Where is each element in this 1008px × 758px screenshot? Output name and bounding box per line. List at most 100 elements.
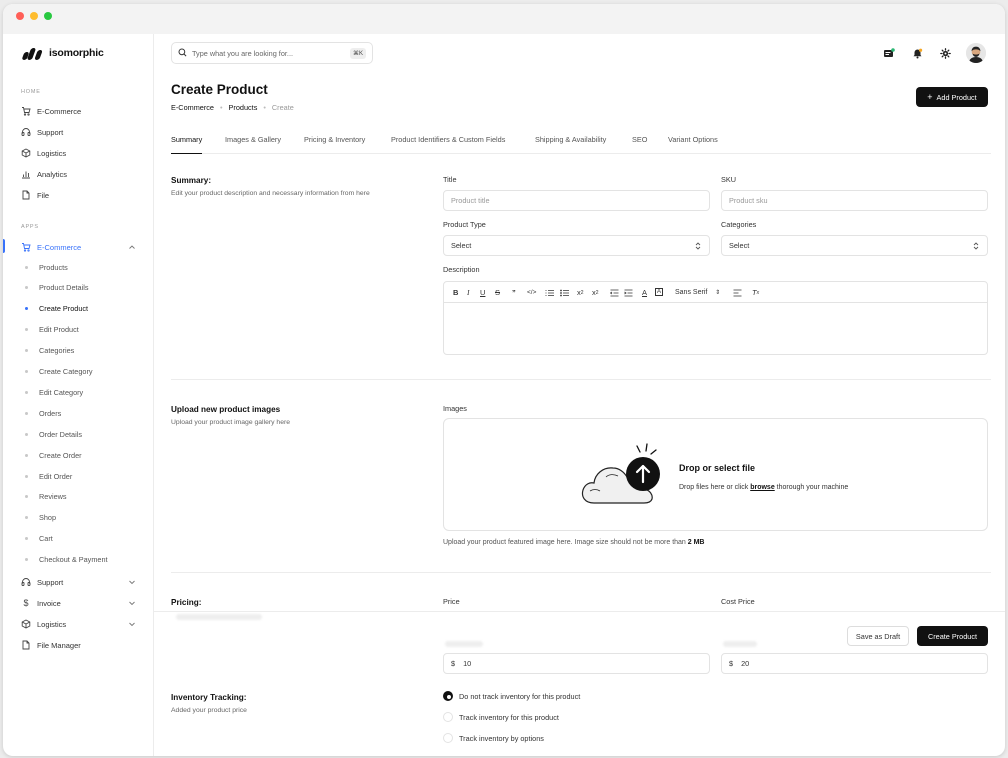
tab-summary[interactable]: Summary	[171, 135, 203, 154]
categories-select[interactable]: Select	[721, 235, 988, 256]
file-icon	[21, 190, 31, 200]
tab-product-identifiers[interactable]: Product Identifiers & Custom Fields	[391, 135, 505, 154]
plus-icon: +	[927, 92, 933, 102]
align-icon[interactable]	[733, 287, 742, 298]
images-section-title: Upload new product images	[171, 405, 281, 414]
radio-selected-icon[interactable]	[443, 691, 453, 701]
bullet-icon	[25, 537, 28, 541]
price-input[interactable]: $ 10	[443, 653, 710, 674]
active-indicator	[3, 239, 5, 253]
subscript-icon[interactable]: x2	[577, 287, 584, 298]
sidebar-subitem[interactable]: Categories	[25, 345, 74, 357]
image-dropzone[interactable]: Drop or select file Drop files here or c…	[443, 418, 988, 531]
sidebar-subitem[interactable]: Create Order	[25, 449, 82, 461]
breadcrumb-create: Create	[271, 103, 294, 112]
chevron-down-icon[interactable]	[127, 619, 137, 629]
underline-icon[interactable]: U	[480, 287, 485, 298]
chevron-down-icon[interactable]	[127, 577, 137, 587]
sidebar-item-logistics[interactable]: Logistics	[21, 146, 141, 160]
indent-icon[interactable]	[624, 287, 633, 298]
headset-icon	[21, 127, 31, 137]
radio-no-track[interactable]: Do not track inventory for this product	[443, 690, 580, 702]
sidebar-subitem[interactable]: Cart	[25, 533, 53, 545]
chevron-up-icon[interactable]	[127, 242, 137, 252]
sku-input[interactable]: Product sku	[721, 190, 988, 211]
sidebar-subitem[interactable]: Checkout & Payment	[25, 554, 108, 566]
tab-pricing-inventory[interactable]: Pricing & Inventory	[304, 135, 365, 154]
sidebar-subitem[interactable]: Product Details	[25, 282, 88, 294]
close-window-dot[interactable]	[16, 12, 24, 20]
font-family-select[interactable]: Sans Serif ⇕	[675, 287, 720, 298]
currency-prefix: $	[451, 659, 456, 668]
user-avatar[interactable]	[966, 43, 986, 63]
radio-unselected-icon[interactable]	[443, 733, 453, 743]
bullet-list-icon[interactable]	[560, 287, 569, 298]
sidebar-item-apps-ecommerce[interactable]: E-Commerce	[21, 240, 141, 254]
tab-shipping-availability[interactable]: Shipping & Availability	[535, 135, 606, 154]
messages-icon[interactable]	[882, 46, 896, 60]
sidebar-subitem[interactable]: Shop	[25, 512, 56, 524]
sidebar-item-invoice[interactable]: $ Invoice	[21, 596, 141, 610]
italic-icon[interactable]: I	[467, 287, 470, 298]
sidebar-subitem[interactable]: Create Product	[25, 303, 88, 315]
sidebar-subitem[interactable]: Reviews	[25, 491, 67, 503]
app-name: isomorphic	[49, 47, 104, 59]
tab-images-gallery[interactable]: Images & Gallery	[225, 135, 281, 154]
file-icon	[21, 640, 31, 650]
quote-icon[interactable]: ”	[512, 287, 516, 298]
radio-unselected-icon[interactable]	[443, 712, 453, 722]
save-draft-button[interactable]: Save as Draft	[847, 626, 909, 646]
code-icon[interactable]: </>	[527, 287, 536, 298]
blurred-text	[723, 641, 757, 647]
settings-gear-icon[interactable]	[938, 46, 952, 60]
radio-track[interactable]: Track inventory for this product	[443, 711, 559, 723]
section-divider	[171, 572, 991, 573]
sidebar-item-apps-support[interactable]: Support	[21, 575, 141, 589]
sidebar-subitem[interactable]: Create Category	[25, 366, 93, 378]
app-logo[interactable]: isomorphic	[21, 46, 104, 60]
breadcrumb-products[interactable]: Products	[229, 103, 258, 112]
editor-toolbar: B I U S ” </> x2 x2 A A Sans Serif ⇕ Tx	[444, 282, 987, 303]
bullet-icon	[25, 328, 28, 332]
sidebar-item-ecommerce[interactable]: E-Commerce	[21, 104, 141, 118]
ordered-list-icon[interactable]	[545, 287, 554, 298]
background-color-icon[interactable]: A	[655, 288, 663, 296]
currency-prefix: $	[729, 659, 734, 668]
strikethrough-icon[interactable]: S	[495, 287, 500, 298]
sidebar-subitem[interactable]: Edit Category	[25, 386, 83, 398]
chevron-down-icon[interactable]	[127, 598, 137, 608]
sidebar-item-apps-logistics[interactable]: Logistics	[21, 617, 141, 631]
tab-variant-options[interactable]: Variant Options	[668, 135, 718, 154]
sidebar-subitem[interactable]: Products	[25, 261, 68, 273]
package-icon	[21, 148, 31, 158]
description-editor[interactable]: B I U S ” </> x2 x2 A A Sans Serif ⇕ Tx	[443, 281, 988, 355]
sidebar-item-file[interactable]: File	[21, 188, 141, 202]
title-input[interactable]: Product title	[443, 190, 710, 211]
bold-icon[interactable]: B	[453, 287, 458, 298]
cost-price-input[interactable]: $ 20	[721, 653, 988, 674]
create-product-button[interactable]: Create Product	[917, 626, 988, 646]
bullet-icon	[25, 411, 28, 415]
sidebar-subitem[interactable]: Edit Order	[25, 470, 72, 482]
product-type-select[interactable]: Select	[443, 235, 710, 256]
sidebar-item-analytics[interactable]: Analytics	[21, 167, 141, 181]
inventory-section-title: Inventory Tracking:	[171, 693, 247, 702]
notification-bell-icon[interactable]	[910, 46, 924, 60]
minimize-window-dot[interactable]	[30, 12, 38, 20]
sidebar-item-support[interactable]: Support	[21, 125, 141, 139]
browse-link[interactable]: browse	[750, 484, 775, 491]
radio-track-by-options[interactable]: Track inventory by options	[443, 732, 544, 744]
sidebar-subitem[interactable]: Order Details	[25, 428, 82, 440]
tab-seo[interactable]: SEO	[632, 135, 647, 154]
superscript-icon[interactable]: x2	[592, 287, 599, 298]
add-product-button[interactable]: + Add Product	[916, 87, 988, 107]
outdent-icon[interactable]	[610, 287, 619, 298]
sidebar-subitem[interactable]: Orders	[25, 407, 61, 419]
sidebar-subitem[interactable]: Edit Product	[25, 324, 79, 336]
search-bar[interactable]: Type what you are looking for... ⌘K	[171, 42, 373, 64]
clear-format-icon[interactable]: Tx	[752, 287, 759, 298]
text-color-icon[interactable]: A	[642, 287, 647, 298]
breadcrumb-ecommerce[interactable]: E-Commerce	[171, 103, 214, 112]
sidebar-item-file-manager[interactable]: File Manager	[21, 638, 141, 652]
maximize-window-dot[interactable]	[44, 12, 52, 20]
